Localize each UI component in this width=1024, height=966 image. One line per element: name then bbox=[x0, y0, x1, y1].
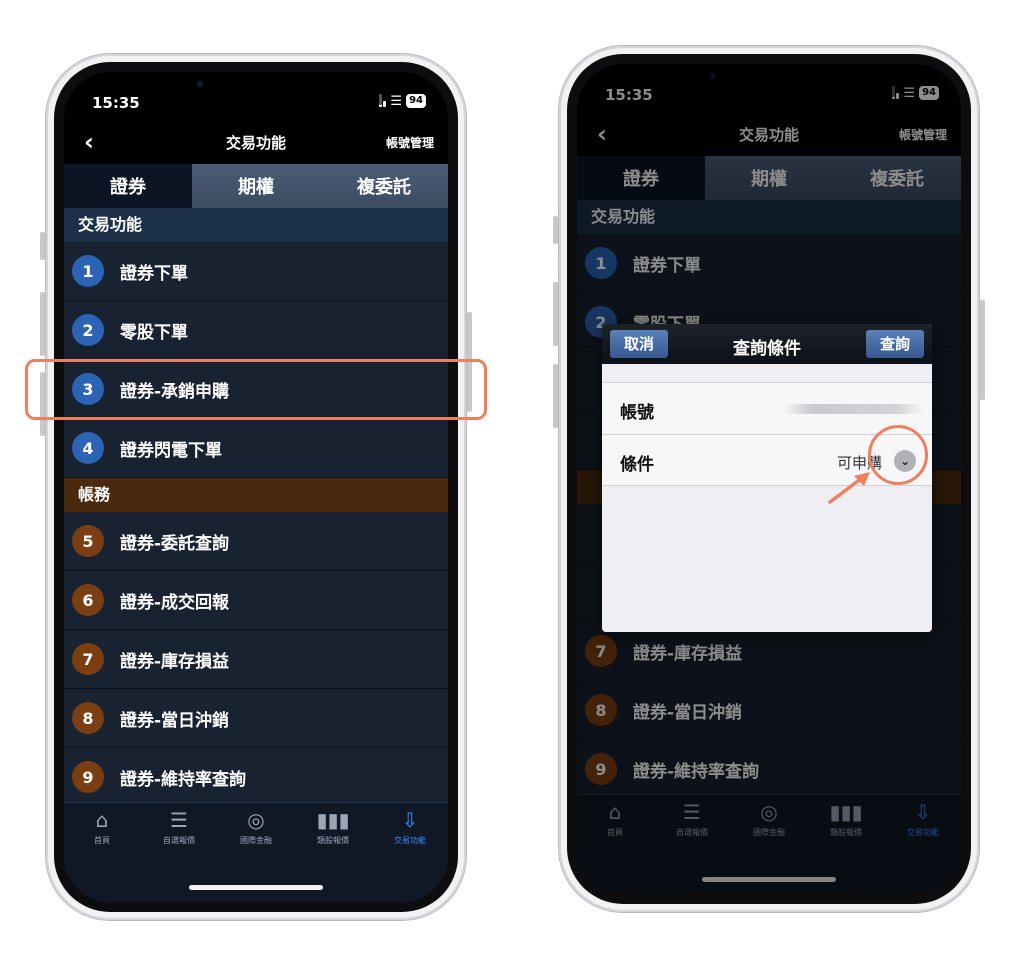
query-button[interactable]: 查詢 bbox=[865, 330, 924, 358]
download-icon: ⇩ bbox=[401, 808, 419, 832]
tab-label: 國際金融 bbox=[240, 836, 272, 845]
list-item-label: 證券下單 bbox=[120, 263, 188, 284]
tab-label: 交易功能 bbox=[394, 836, 426, 845]
status-icons: ☰ 94 bbox=[379, 94, 426, 108]
condition-label: 條件 bbox=[620, 455, 654, 475]
screen-left: 15:35 ☰ 94 ‹ 交易功能 帳號管理 證券 期權 複委託 交易功能 1 … bbox=[64, 72, 448, 902]
tab-watchlist[interactable]: ☰ 自選報價 bbox=[141, 807, 217, 846]
list-icon: ☰ bbox=[170, 808, 188, 832]
list-item-label: 證券-當日沖銷 bbox=[120, 710, 230, 731]
highlight-box bbox=[25, 359, 487, 420]
tab-label: 類股報價 bbox=[317, 836, 349, 845]
nav-bar: ‹ 交易功能 帳號管理 bbox=[64, 120, 448, 164]
account-row[interactable]: 帳號 bbox=[602, 382, 932, 434]
list-item-label: 零股下單 bbox=[120, 322, 188, 343]
number-badge: 1 bbox=[72, 255, 104, 287]
bottom-tab-bar: ⌂ 首頁 ☰ 自選報價 ◎ 國際金融 ▮▮▮ 類股報價 ⇩ 交易功能 bbox=[64, 802, 448, 902]
pointer-arrow-icon bbox=[828, 472, 870, 504]
list-item-label: 證券-委託查詢 bbox=[120, 533, 230, 554]
account-label: 帳號 bbox=[620, 403, 654, 423]
volume-down-button bbox=[553, 364, 558, 428]
dialog-header: 取消 查詢條件 查詢 bbox=[602, 324, 932, 364]
section-trade-functions: 交易功能 bbox=[64, 208, 448, 242]
phone-left: 15:35 ☰ 94 ‹ 交易功能 帳號管理 證券 期權 複委託 交易功能 1 … bbox=[40, 54, 472, 920]
list-item[interactable]: 9 證券-維持率查詢 bbox=[64, 748, 448, 807]
list-item[interactable]: 2 零股下單 bbox=[64, 301, 448, 360]
list-item[interactable]: 8 證券-當日沖銷 bbox=[64, 689, 448, 748]
dialog-spacer bbox=[602, 364, 932, 382]
tab-intl-finance[interactable]: ◎ 國際金融 bbox=[218, 807, 294, 846]
notch bbox=[176, 72, 336, 110]
list-item[interactable]: 6 證券-成交回報 bbox=[64, 571, 448, 630]
list-item-label: 證券-成交回報 bbox=[120, 592, 230, 613]
list-item-label: 證券閃電下單 bbox=[120, 440, 222, 461]
number-badge: 7 bbox=[72, 643, 104, 675]
list-item-label: 證券-庫存損益 bbox=[120, 651, 230, 672]
number-badge: 6 bbox=[72, 584, 104, 616]
number-badge: 4 bbox=[72, 432, 104, 464]
tab-sector-quotes[interactable]: ▮▮▮ 類股報價 bbox=[295, 807, 371, 846]
globe-icon: ◎ bbox=[247, 808, 265, 832]
volume-up-button bbox=[40, 292, 45, 356]
chart-icon: ▮▮▮ bbox=[316, 808, 350, 832]
section-accounts: 帳務 bbox=[64, 478, 448, 512]
wifi-icon: ☰ bbox=[390, 93, 403, 109]
signal-icon bbox=[379, 94, 387, 107]
tab-label: 自選報價 bbox=[163, 836, 195, 845]
tab-trade[interactable]: ⇩ 交易功能 bbox=[372, 807, 448, 846]
number-badge: 8 bbox=[72, 702, 104, 734]
list-item[interactable]: 1 證券下單 bbox=[64, 242, 448, 301]
number-badge: 9 bbox=[72, 761, 104, 793]
tab-label: 首頁 bbox=[94, 836, 110, 845]
list-item[interactable]: 4 證券閃電下單 bbox=[64, 419, 448, 478]
tab-sub-brokerage[interactable]: 複委託 bbox=[320, 164, 448, 208]
volume-up-button bbox=[553, 282, 558, 346]
home-icon: ⌂ bbox=[95, 808, 109, 832]
account-value-blurred bbox=[784, 404, 924, 414]
home-indicator bbox=[189, 885, 323, 890]
list-item[interactable]: 5 證券-委託查詢 bbox=[64, 512, 448, 571]
power-button bbox=[980, 300, 985, 400]
number-badge: 2 bbox=[72, 314, 104, 346]
list-item[interactable]: 7 證券-庫存損益 bbox=[64, 630, 448, 689]
account-manage-button[interactable]: 帳號管理 bbox=[386, 134, 434, 151]
tab-home[interactable]: ⌂ 首頁 bbox=[64, 807, 140, 846]
list-item-label: 證券-維持率查詢 bbox=[120, 769, 247, 790]
camera-icon bbox=[196, 80, 204, 88]
side-button bbox=[553, 216, 558, 244]
tab-bar-top: 證券 期權 複委託 bbox=[64, 164, 448, 208]
highlight-circle bbox=[868, 425, 928, 485]
tab-options[interactable]: 期權 bbox=[192, 164, 320, 208]
side-button bbox=[40, 232, 45, 260]
number-badge: 5 bbox=[72, 525, 104, 557]
status-time: 15:35 bbox=[92, 94, 140, 112]
tab-securities[interactable]: 證券 bbox=[64, 164, 192, 208]
battery-icon: 94 bbox=[406, 94, 426, 108]
